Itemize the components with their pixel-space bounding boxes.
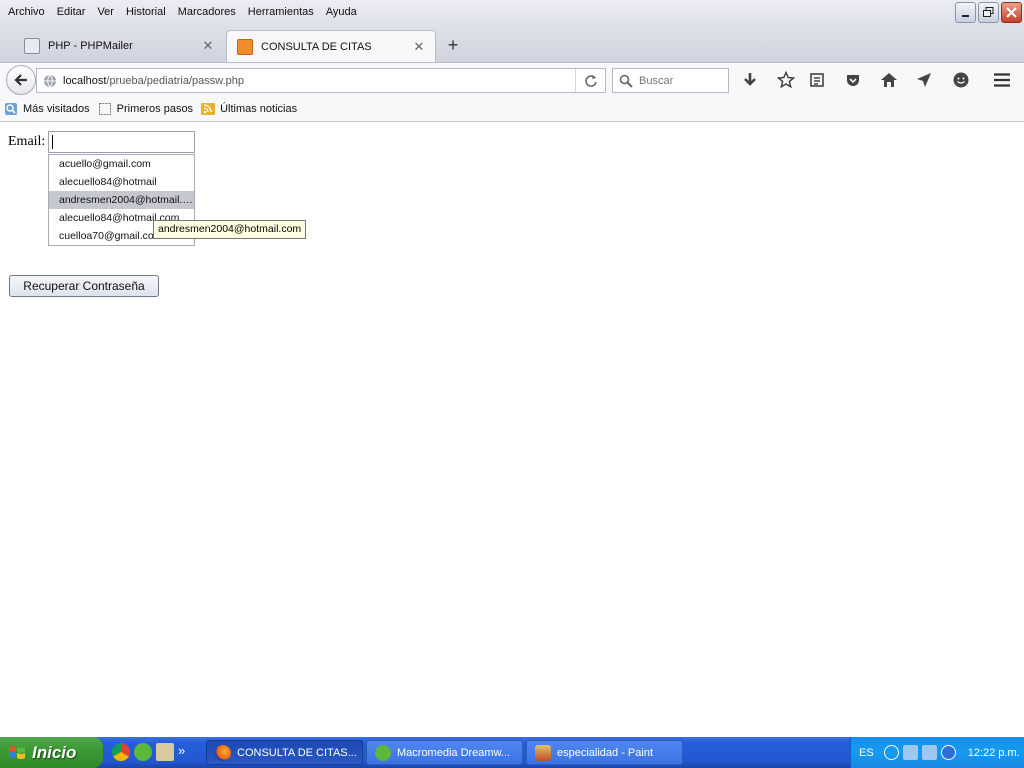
back-arrow-icon: [14, 74, 27, 86]
bookmark-mas-visitados[interactable]: Más visitados: [4, 102, 90, 116]
search-placeholder: Buscar: [639, 74, 674, 87]
blank-page-icon: [98, 102, 111, 115]
task-label: especialidad - Paint: [557, 746, 654, 759]
reload-icon: [584, 74, 597, 87]
url-host: localhost: [63, 74, 107, 87]
hello-chat-icon[interactable]: [951, 70, 971, 90]
menu-editar[interactable]: Editar: [51, 2, 92, 22]
task-firefox[interactable]: CONSULTA DE CITAS...: [206, 740, 363, 765]
xampp-icon: [237, 38, 253, 55]
home-icon[interactable]: [879, 70, 899, 90]
network-icon[interactable]: [902, 745, 918, 760]
restore-icon: [983, 7, 994, 17]
system-tray: ES 12:22 p.m.: [850, 737, 1024, 768]
restore-button[interactable]: [978, 2, 999, 23]
hamburger-menu-icon[interactable]: [992, 70, 1012, 90]
bookmark-label: Primeros pasos: [116, 102, 194, 115]
network-icon[interactable]: [921, 745, 937, 760]
tab-consulta-de-citas[interactable]: CONSULTA DE CITAS ✕: [226, 30, 436, 62]
globe-icon: [44, 74, 56, 87]
recover-password-button[interactable]: Recuperar Contraseña: [9, 275, 159, 297]
close-tab-icon[interactable]: ✕: [202, 38, 214, 54]
menu-ver[interactable]: Ver: [91, 2, 120, 22]
navigation-bar: localhost/prueba/pediatria/passw.php Bus…: [0, 62, 1024, 96]
menu-bar: Archivo Editar Ver Historial Marcadores …: [0, 0, 1024, 24]
url-path: /prueba/pediatria/passw.php: [106, 74, 245, 87]
language-indicator[interactable]: ES: [859, 747, 874, 759]
close-window-button[interactable]: [1001, 2, 1022, 23]
desktop-icon[interactable]: [156, 743, 174, 761]
clock: 12:22 p.m.: [967, 746, 1020, 759]
tray-expand-icon[interactable]: [883, 745, 899, 760]
info-icon[interactable]: [940, 745, 956, 760]
bookmark-ultimas-noticias[interactable]: Últimas noticias: [201, 102, 297, 116]
menu-archivo[interactable]: Archivo: [2, 2, 51, 22]
start-button[interactable]: Inicio: [0, 737, 103, 768]
autocomplete-item-highlighted[interactable]: andresmen2004@hotmail.com: [49, 191, 194, 209]
download-icon[interactable]: [740, 70, 760, 90]
tab-label: CONSULTA DE CITAS: [261, 40, 372, 53]
task-label: Macromedia Dreamw...: [397, 746, 511, 759]
search-bar[interactable]: Buscar: [612, 68, 729, 93]
minimize-icon: [961, 14, 969, 17]
menu-herramientas[interactable]: Herramientas: [242, 2, 320, 22]
menu-marcadores[interactable]: Marcadores: [172, 2, 242, 22]
reload-button[interactable]: [575, 69, 605, 92]
chevron-more-icon[interactable]: »: [178, 743, 185, 761]
chrome-icon[interactable]: [112, 743, 130, 761]
tooltip: andresmen2004@hotmail.com: [153, 220, 307, 239]
dreamweaver-icon[interactable]: [134, 743, 152, 761]
page-content: Email: acuello@gmail.com alecuello84@hot…: [0, 123, 1024, 737]
minimize-button[interactable]: [955, 2, 976, 23]
menu-ayuda[interactable]: Ayuda: [320, 2, 363, 22]
menu-historial[interactable]: Historial: [120, 2, 172, 22]
search-icon: [619, 74, 633, 88]
window-controls: [955, 2, 1022, 23]
taskbar: Inicio » CONSULTA DE CITAS... Macromedia…: [0, 737, 1024, 768]
bookmark-star-icon[interactable]: [776, 70, 796, 90]
bookmarks-toolbar: Más visitados Primeros pasos Últimas not…: [0, 96, 1024, 122]
reading-list-icon[interactable]: [807, 70, 827, 90]
paint-icon: [535, 744, 551, 761]
task-label: CONSULTA DE CITAS...: [237, 746, 357, 759]
most-visited-icon: [5, 102, 17, 115]
php-doc-icon: [24, 38, 40, 54]
new-tab-icon[interactable]: +: [444, 36, 462, 56]
start-label: Inicio: [32, 742, 77, 762]
windows-logo-icon: [9, 745, 25, 759]
autocomplete-item[interactable]: acuello@gmail.com: [49, 155, 194, 173]
tab-label: PHP - PHPMailer: [48, 40, 133, 52]
share-icon[interactable]: [914, 70, 934, 90]
pocket-icon[interactable]: [843, 70, 863, 90]
email-label: Email:: [8, 134, 46, 149]
firefox-icon: [215, 744, 231, 761]
url-text[interactable]: localhost/prueba/pediatria/passw.php: [63, 75, 575, 87]
url-bar[interactable]: localhost/prueba/pediatria/passw.php: [36, 68, 606, 93]
close-icon: [1006, 7, 1017, 18]
bookmark-label: Últimas noticias: [220, 102, 298, 115]
task-dreamweaver[interactable]: Macromedia Dreamw...: [366, 740, 523, 765]
email-field[interactable]: [48, 131, 195, 153]
tab-phpmailer[interactable]: PHP - PHPMailer ✕: [14, 30, 224, 62]
close-tab-icon[interactable]: ✕: [413, 39, 425, 55]
autocomplete-item[interactable]: alecuello84@hotmail: [49, 173, 194, 191]
back-button[interactable]: [6, 65, 36, 95]
task-paint[interactable]: especialidad - Paint: [526, 740, 683, 765]
dreamweaver-icon: [375, 744, 391, 761]
rss-icon: [201, 102, 216, 115]
tab-strip: PHP - PHPMailer ✕ CONSULTA DE CITAS ✕ +: [0, 24, 1024, 62]
bookmark-label: Más visitados: [23, 102, 90, 115]
bookmark-primeros-pasos[interactable]: Primeros pasos: [98, 102, 193, 116]
text-caret: [52, 135, 53, 149]
quick-launch: »: [112, 743, 185, 761]
